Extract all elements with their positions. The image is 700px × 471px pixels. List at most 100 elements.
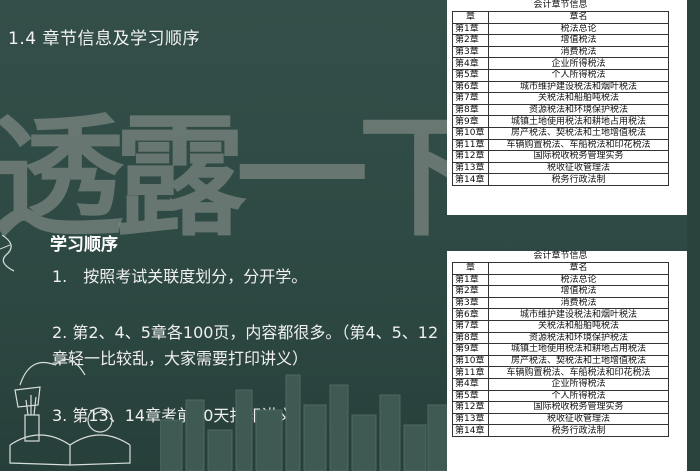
chapter-name-cell: 关税法和船舶吨税法 [488,319,669,333]
chapter-cell: 第12章 [452,150,489,163]
chapter-name-cell: 城市维护建设税法和烟叶税法 [488,308,669,321]
chapter-cell: 第3章 [452,296,489,310]
chapter-cell: 第8章 [452,331,489,345]
chapter-name-cell: 城镇土地使用税法和耕地占用税法 [488,343,669,356]
table-row: 第5章 个人所得税法 [452,389,669,403]
chapter-name-cell: 税务行政法制 [488,424,669,437]
table-row: 第12章 国际税收税务管理实务 [452,401,669,414]
chapter-name-cell: 增值税法 [488,34,669,47]
section-heading: 学习顺序 [50,235,118,255]
chapter-name-cell: 税务行政法制 [488,173,669,186]
chapter-cell: 第2章 [452,285,489,298]
table-row: 第11章 车辆购置税法、车船税法和印花税法 [452,138,669,152]
table-row: 第2章 增值税法 [452,34,669,47]
chapter-cell: 第4章 [452,377,489,391]
chapter-cell: 第13章 [452,412,489,426]
table-row: 第10章 房产税法、契税法和土地增值税法 [452,126,669,140]
chapter-name-cell: 税收征收管理法 [488,412,669,426]
desk-doodle-illustration [9,358,131,466]
city-skyline-illustration [160,374,450,471]
table-row: 第13章 税收征收管理法 [452,412,669,426]
chapter-table: 会计章节信息 章 章名 第1章 税法总论 第2章 增值税法 第3章 消费税法 第4章企… [452,0,669,186]
chapter-name-cell: 资源税法和环境保护税法 [488,331,669,345]
chapter-cell: 第3章 [452,45,489,59]
list-item: 1. 按照考试关联度划分，分开学。 [52,267,308,286]
chapter-name-cell: 增值税法 [488,285,669,298]
chapter-name-cell: 城市维护建设税法和烟叶税法 [488,80,669,94]
chapter-cell: 第8章 [452,103,489,117]
window-edge-strip [687,0,700,471]
table-row: 第2章 增值税法 [452,285,669,298]
watermark-text: 透露一下 [0,101,490,255]
chapter-cell: 第6章 [452,80,489,94]
table-row: 第4章 企业所得税法 [452,377,669,391]
chapter-cell: 第4章 [452,57,489,70]
table-row: 第3章 消费税法 [452,296,669,310]
table-row: 第7章 关税法和船舶吨税法 [452,319,669,333]
chapter-cell: 第5章 [452,68,489,82]
chapter-table-panel-original: 会计章节信息 章 章名 第1章 税法总论 第2章 增值税法 第3章 消费税法 第4章企… [447,0,687,215]
decorative-swirl-icon [0,234,15,272]
chapter-name-cell: 车辆购置税法、车船税法和印花税法 [488,366,669,379]
table-row: 第8章 资源税法和环境保护税法 [452,103,669,117]
chapter-name-cell: 企业所得税法 [488,377,669,391]
table-row: 第11章 车辆购置税法、车船税法和印花税法 [452,366,669,379]
table-row: 第5章 个人所得税法 [452,68,669,82]
column-header-name: 章名 [488,11,669,24]
table-row: 第14章 税务行政法制 [452,173,669,186]
table-row: 第10章 房产税法、契税法和土地增值税法 [452,354,669,368]
chapter-name-cell: 税收征收管理法 [488,161,669,175]
chapter-cell: 第10章 [452,354,489,368]
chapter-cell: 第11章 [452,138,489,152]
chapter-cell: 第14章 [452,424,489,437]
table-row: 第3章 消费税法 [452,45,669,59]
column-header-chapter: 章 [452,11,489,24]
chapter-name-cell: 个人所得税法 [488,68,669,82]
chapter-cell: 第1章 [452,22,489,36]
chapter-cell: 第1章 [452,273,489,287]
table-row: 第6章 城市维护建设税法和烟叶税法 [452,80,669,94]
table-row: 第14章 税务行政法制 [452,424,669,437]
table-row: 第1章 税法总论 [452,22,669,36]
chapter-name-cell: 房产税法、契税法和土地增值税法 [488,354,669,368]
table-row: 第12章 国际税收税务管理实务 [452,150,669,163]
chapter-name-cell: 企业所得税法 [488,57,669,70]
table-row: 第9章 城镇土地使用税法和耕地占用税法 [452,115,669,128]
chapter-name-cell: 房产税法、契税法和土地增值税法 [488,126,669,140]
table-caption: 会计章节信息 [533,251,588,261]
chapter-cell: 第9章 [452,115,489,128]
chapter-name-cell: 资源税法和环境保护税法 [488,103,669,117]
chapter-name-cell: 消费税法 [488,45,669,59]
chapter-cell: 第12章 [452,401,489,414]
chapter-cell: 第10章 [452,126,489,140]
table-row: 第4章 企业所得税法 [452,57,669,70]
chapter-table-panel-reordered: 会计章节信息 章 章名 第1章 税法总论 第2章 增值税法 第3章 消费税法 第6章城… [447,251,687,471]
chapter-name-cell: 税法总论 [488,22,669,36]
chapter-name-cell: 国际税收税务管理实务 [488,401,669,414]
column-header-name: 章名 [488,262,669,275]
chapter-name-cell: 个人所得税法 [488,389,669,403]
chapter-cell: 第6章 [452,308,489,321]
chapter-cell: 第7章 [452,319,489,333]
slide: 透露一下 1.4 章节信息及学习顺序 学习顺序 1. 按照考试关联度划分，分开学… [0,0,700,471]
chapter-cell: 第9章 [452,343,489,356]
chapter-name-cell: 车辆购置税法、车船税法和印花税法 [488,138,669,152]
column-header-chapter: 章 [452,262,489,275]
chapter-name-cell: 税法总论 [488,273,669,287]
table-row: 第8章 资源税法和环境保护税法 [452,331,669,345]
chapter-table: 会计章节信息 章 章名 第1章 税法总论 第2章 增值税法 第3章 消费税法 第6章城… [452,251,669,437]
chapter-cell: 第11章 [452,366,489,379]
table-row: 第1章 税法总论 [452,273,669,287]
table-caption: 会计章节信息 [533,0,588,10]
table-row: 第9章 城镇土地使用税法和耕地占用税法 [452,343,669,356]
chapter-cell: 第5章 [452,389,489,403]
chapter-name-cell: 关税法和船舶吨税法 [488,92,669,105]
chapter-name-cell: 消费税法 [488,296,669,310]
table-row: 第7章 关税法和船舶吨税法 [452,92,669,105]
chapter-cell: 第14章 [452,173,489,186]
chapter-name-cell: 城镇土地使用税法和耕地占用税法 [488,115,669,128]
table-header-row: 章 章名 [452,262,669,275]
chapter-cell: 第2章 [452,34,489,47]
table-header-row: 章 章名 [452,11,669,24]
table-row: 第13章 税收征收管理法 [452,161,669,175]
